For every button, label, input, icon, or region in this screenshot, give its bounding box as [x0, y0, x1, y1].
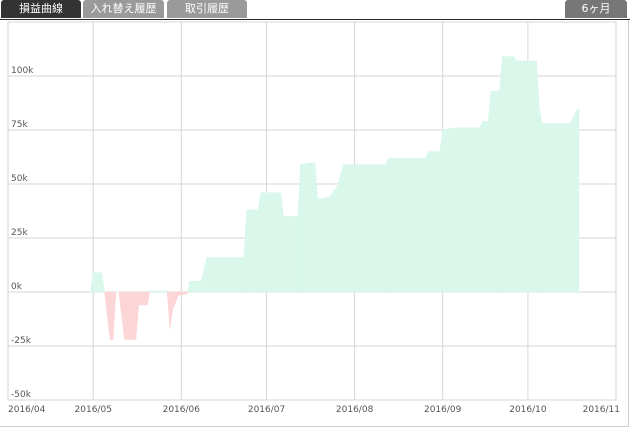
pnl-area-segment	[314, 162, 318, 293]
pnl-area-segment	[110, 291, 114, 340]
pnl-area-segment	[317, 196, 330, 293]
y-tick-label: -50k	[11, 390, 32, 400]
pnl-area-segment	[92, 272, 103, 293]
pnl-area-segment	[124, 291, 137, 340]
pnl-area-segment	[200, 257, 208, 293]
pnl-area-segment	[260, 192, 281, 293]
pnl-area-segment	[482, 121, 489, 293]
pnl-area-segment	[104, 291, 108, 318]
pnl-area-segment	[112, 291, 117, 340]
y-tick-label: 50k	[11, 174, 28, 184]
pnl-area-segment	[172, 291, 179, 310]
pnl-area-segment	[541, 123, 571, 293]
pnl-area-segment	[257, 192, 262, 293]
pnl-area-segment	[337, 164, 344, 293]
pnl-area-segment	[166, 291, 171, 329]
pnl-area-segment	[135, 291, 139, 340]
x-tick-label: 2016/08	[336, 405, 374, 415]
pnl-area-segment	[146, 291, 151, 306]
pnl-area-segment	[246, 209, 259, 293]
y-tick-label: 100k	[11, 66, 34, 76]
pnl-area-segment	[243, 209, 247, 293]
y-tick-label: 75k	[11, 120, 28, 130]
pnl-area-segment	[328, 185, 338, 293]
y-axis-ticks: 100k 75k 50k 25k 0k -25k -50k	[11, 66, 34, 400]
pnl-area-segment	[479, 121, 483, 293]
chart-areas	[90, 55, 580, 340]
pnl-chart: 100k75k50k25k0k-25k-50k 2016/04 2016/05 20…	[7, 21, 620, 415]
pnl-area-segment	[428, 151, 441, 293]
pnl-area-segment	[280, 192, 284, 293]
pnl-area-segment	[502, 56, 514, 293]
pnl-area-segment	[300, 162, 316, 293]
pnl-area-segment	[187, 281, 191, 293]
pnl-area-segment	[385, 157, 389, 293]
pnl-area-segment	[343, 164, 387, 293]
pnl-area-segment	[425, 151, 429, 293]
pnl-area-segment	[206, 257, 245, 293]
x-tick-label: 2016/09	[424, 405, 462, 415]
pnl-area-segment	[439, 129, 443, 293]
pnl-area-segment	[90, 272, 94, 293]
x-tick-label: 2016/11	[583, 405, 620, 415]
x-axis-ticks: 2016/04 2016/05 2016/06 2016/07 2016/08 2016/…	[8, 405, 620, 415]
pnl-area-segment	[178, 291, 188, 296]
pnl-area-segment	[107, 291, 111, 340]
pnl-area-segment	[539, 108, 543, 293]
x-tick-label: 2016/06	[163, 405, 201, 415]
pnl-area-segment	[118, 291, 125, 340]
pnl-area-segment	[189, 280, 202, 293]
y-tick-label: 25k	[11, 228, 28, 238]
pnl-area-segment	[575, 107, 580, 293]
pnl-area-segment	[536, 60, 540, 293]
pnl-area-segment	[499, 56, 503, 293]
pnl-area-segment	[149, 290, 168, 293]
x-tick-label: 2016/04	[8, 405, 46, 415]
pnl-area-segment	[453, 127, 480, 293]
pnl-area-segment	[490, 90, 500, 293]
pnl-area-segment	[101, 272, 105, 293]
pnl-area-segment	[283, 216, 299, 293]
pnl-area-segment	[516, 60, 537, 293]
y-tick-label: 0k	[11, 282, 23, 292]
pnl-area-segment	[570, 110, 577, 293]
y-tick-label: -25k	[11, 336, 32, 346]
pnl-area-segment	[388, 157, 426, 293]
x-tick-label: 2016/07	[248, 405, 285, 415]
x-tick-label: 2016/05	[75, 405, 112, 415]
pnl-area-segment	[138, 291, 148, 306]
pnl-area-segment	[169, 291, 174, 329]
pnl-area-segment	[442, 127, 455, 293]
x-tick-label: 2016/10	[509, 405, 547, 415]
pnl-area-segment	[513, 55, 517, 293]
pnl-area-segment	[487, 91, 492, 293]
